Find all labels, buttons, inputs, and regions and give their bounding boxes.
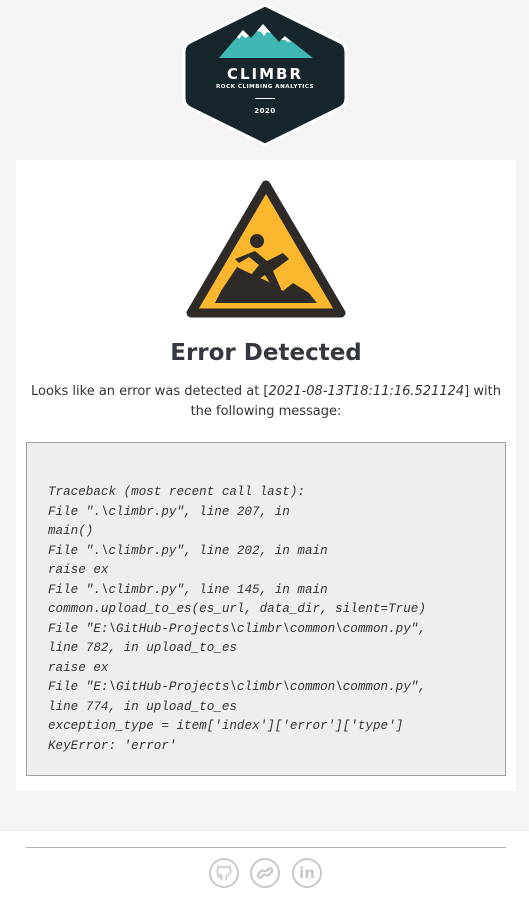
website-link[interactable] — [250, 858, 280, 888]
traceback-line: File ".\climbr.py", line 207, in — [48, 504, 290, 519]
traceback-line: raise ex — [48, 660, 109, 675]
error-title: Error Detected — [170, 340, 362, 366]
brand-name: CLIMBR — [226, 65, 304, 83]
traceback-box: Traceback (most recent call last): File … — [26, 442, 506, 776]
climbr-logo: CLIMBR ROCK CLIMBING ANALYTICS 2020 — [181, 0, 349, 150]
warning-slip-icon — [185, 179, 347, 321]
traceback-line: File "E:\GitHub-Projects\climbr\common\c… — [48, 680, 426, 694]
traceback-line: main() — [48, 524, 94, 538]
link-icon — [256, 867, 274, 879]
error-message: Looks like an error was detected at [202… — [26, 382, 506, 422]
message-prefix: Looks like an error was detected at [ — [31, 384, 269, 399]
brand-year: 2020 — [254, 107, 276, 115]
footer: in — [0, 831, 529, 900]
traceback-line: line 774, in upload_to_es — [48, 699, 237, 714]
traceback-line: Traceback (most recent call last): — [48, 485, 305, 499]
error-card: Error Detected Looks like an error was d… — [16, 160, 516, 791]
linkedin-link[interactable]: in — [292, 858, 322, 888]
github-link[interactable] — [209, 858, 239, 888]
traceback-line: common.upload_to_es(es_url, data_dir, si… — [48, 602, 426, 616]
traceback-line: File ".\climbr.py", line 202, in main — [48, 543, 328, 558]
traceback-line: File "E:\GitHub-Projects\climbr\common\c… — [48, 621, 426, 636]
traceback-line: raise ex — [48, 563, 109, 577]
brand-divider — [255, 98, 275, 99]
brand-tagline: ROCK CLIMBING ANALYTICS — [215, 84, 315, 90]
traceback-line: exception_type = item['index']['error'][… — [48, 719, 404, 733]
github-icon — [216, 865, 232, 881]
footer-divider — [26, 847, 506, 848]
error-page: CLIMBR ROCK CLIMBING ANALYTICS 2020 Erro… — [0, 0, 529, 900]
traceback-line: File ".\climbr.py", line 145, in main — [48, 582, 328, 597]
error-timestamp: 2021-08-13T18:11:16.521124 — [268, 384, 465, 399]
traceback-line: line 782, in upload_to_es — [48, 641, 237, 655]
traceback-line: KeyError: 'error' — [48, 738, 177, 753]
traceback-lines: Traceback (most recent call last): File … — [48, 483, 426, 756]
linkedin-icon: in — [299, 864, 315, 882]
